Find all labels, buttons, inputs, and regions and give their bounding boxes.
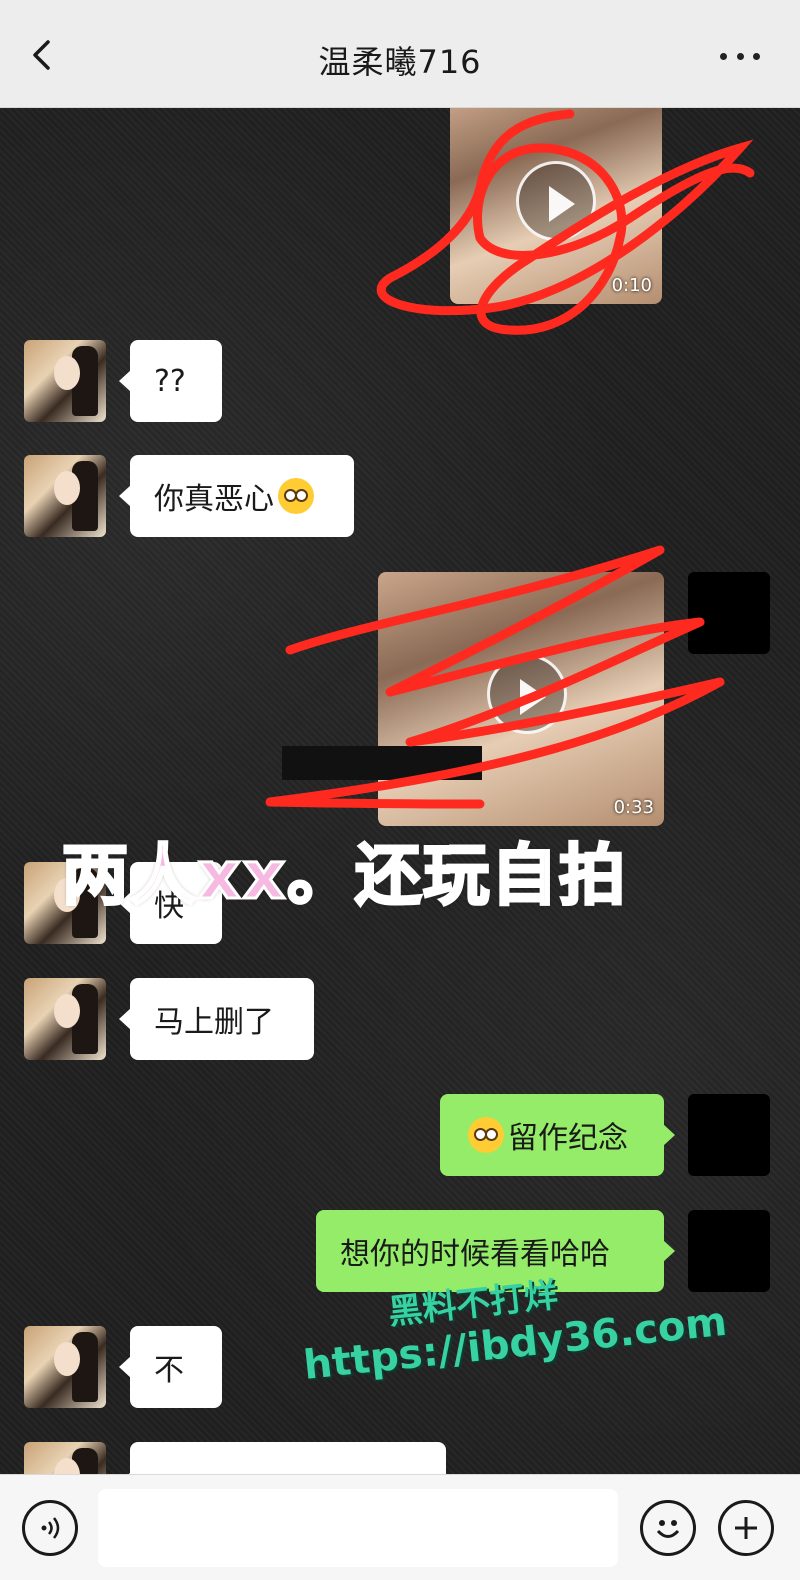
input-bar <box>0 1474 800 1580</box>
black-censor-bar <box>282 746 482 780</box>
pleading-face-emoji-icon <box>278 478 314 514</box>
chat-header: 温柔曦716 <box>0 0 800 108</box>
play-icon <box>486 653 567 734</box>
contact-avatar[interactable] <box>24 1442 106 1474</box>
self-avatar[interactable] <box>688 572 770 654</box>
self-avatar[interactable] <box>688 1094 770 1176</box>
video-duration: 0:33 <box>613 797 654 818</box>
more-options-icon[interactable] <box>720 46 760 66</box>
play-icon <box>516 161 596 241</box>
emoji-icon[interactable] <box>640 1500 696 1556</box>
message-input[interactable] <box>98 1489 618 1567</box>
contact-avatar[interactable] <box>24 340 106 422</box>
video-message-1[interactable]: 0:10 <box>450 108 662 304</box>
contact-avatar[interactable] <box>24 455 106 537</box>
chat-title: 温柔曦716 <box>318 42 482 81</box>
video-message-2[interactable]: 0:33 <box>378 572 664 826</box>
outgoing-message: 留作纪念 <box>440 1094 675 1176</box>
incoming-message: 你真恶心 <box>119 455 354 537</box>
plus-icon[interactable] <box>718 1500 774 1556</box>
contact-avatar[interactable] <box>24 978 106 1060</box>
voice-icon[interactable] <box>22 1500 78 1556</box>
message-text: 留作纪念 <box>508 1121 628 1156</box>
incoming-message-partial <box>119 1442 446 1474</box>
contact-avatar[interactable] <box>24 1326 106 1408</box>
hugging-face-emoji-icon <box>468 1117 504 1153</box>
message-text: 你真恶心 <box>154 482 274 517</box>
caption-overlay: 两人xx。还玩自拍 <box>60 836 628 916</box>
incoming-message: 马上删了 <box>119 978 314 1060</box>
video-duration: 0:10 <box>611 275 652 296</box>
back-arrow-icon[interactable] <box>26 38 60 72</box>
incoming-message: ?? <box>119 340 222 422</box>
incoming-message: 不 <box>119 1326 222 1408</box>
